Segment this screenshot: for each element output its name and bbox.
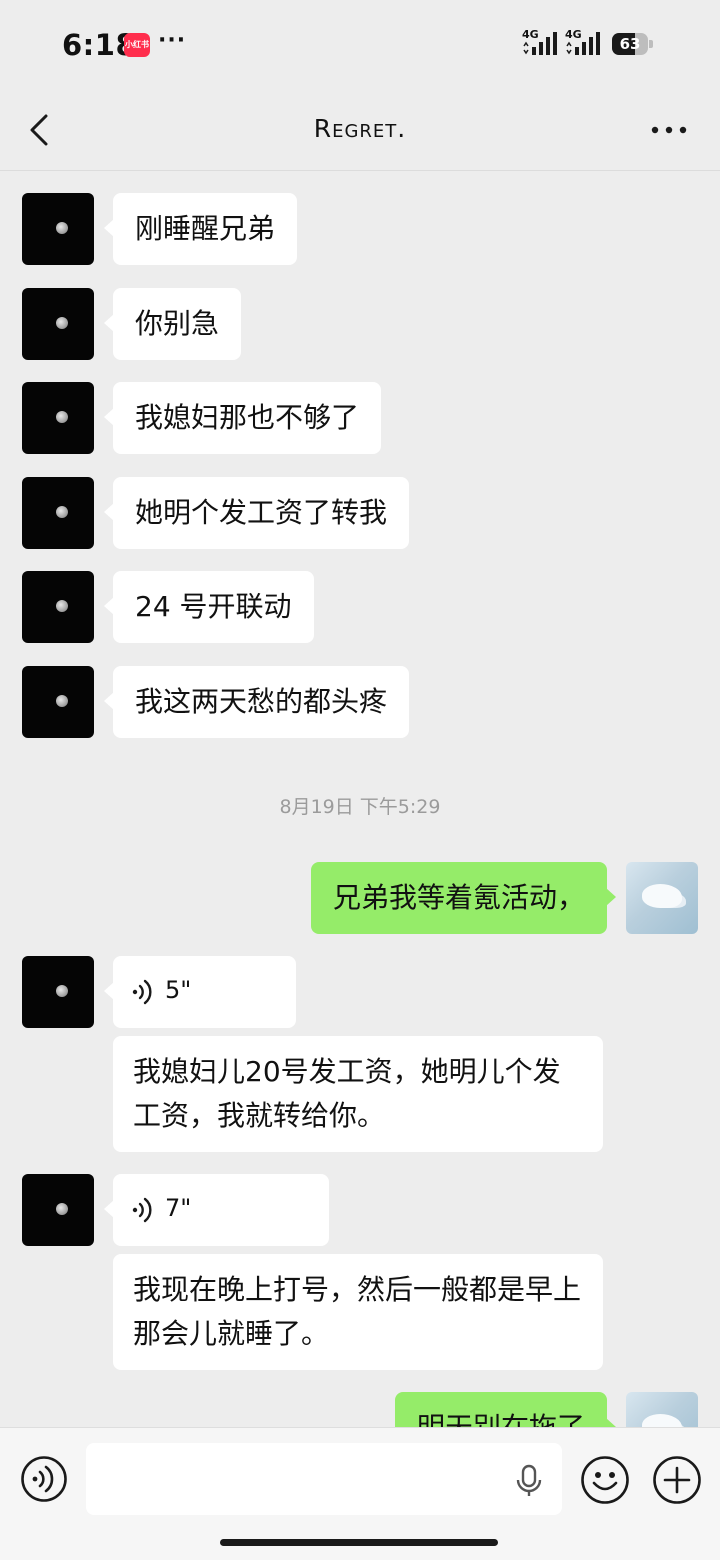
more-dots-icon xyxy=(651,126,687,134)
voice-message-bubble[interactable]: 7" xyxy=(104,1174,329,1246)
contact-avatar[interactable] xyxy=(22,956,94,1028)
voice-wave-icon xyxy=(132,1197,152,1223)
voice-transcript[interactable]: 我现在晚上打号，然后一般都是早上那会儿就睡了。 xyxy=(113,1254,603,1370)
more-features-button[interactable] xyxy=(652,1455,702,1505)
smiley-icon xyxy=(581,1456,629,1504)
contact-avatar[interactable] xyxy=(22,666,94,738)
xiaohongshu-app-icon: 小红书 xyxy=(124,33,150,57)
self-avatar[interactable] xyxy=(626,862,698,934)
more-options-button[interactable] xyxy=(648,112,692,148)
voice-wave-icon xyxy=(132,979,152,1005)
contact-avatar[interactable] xyxy=(22,1174,94,1246)
message-timestamp: 8月19日 下午5:29 xyxy=(279,796,441,818)
message-bubble-incoming[interactable]: 她明个发工资了转我 xyxy=(103,477,410,549)
message-bubble-incoming[interactable]: 24 号开联动 xyxy=(104,571,314,643)
voice-duration: 7" xyxy=(165,1194,192,1222)
voice-duration: 5" xyxy=(165,976,192,1004)
status-bar: 6:18 小红书 ··· 4G 4G 63 xyxy=(0,0,720,90)
message-list[interactable]: 刚睡醒兄弟 你别急 我媳妇那也不够了 她明个发工资了转我 24 号开联动 我这两… xyxy=(0,171,720,1427)
contact-avatar[interactable] xyxy=(22,477,94,549)
battery-percent: 63 xyxy=(619,35,641,53)
battery-icon: 63 xyxy=(612,33,653,55)
contact-avatar[interactable] xyxy=(22,382,94,454)
message-bubble-incoming[interactable]: 你别急 xyxy=(103,288,242,360)
chat-title: Regret. xyxy=(313,114,407,143)
voice-mode-icon xyxy=(21,1456,67,1502)
microphone-icon[interactable] xyxy=(514,1464,544,1498)
emoji-button[interactable] xyxy=(580,1455,630,1505)
message-bubble-incoming[interactable]: 刚睡醒兄弟 xyxy=(103,193,298,265)
message-bubble-outgoing[interactable]: 兄弟我等着氪活动， xyxy=(310,862,617,934)
chat-header: Regret. xyxy=(0,90,720,171)
home-indicator[interactable] xyxy=(220,1539,498,1546)
voice-transcript[interactable]: 我媳妇儿20号发工资，她明儿个发工资，我就转给你。 xyxy=(113,1036,603,1152)
contact-avatar[interactable] xyxy=(22,193,94,265)
status-more-icon: ··· xyxy=(158,28,187,53)
message-bubble-incoming[interactable]: 我媳妇那也不够了 xyxy=(103,382,382,454)
message-bubble-incoming[interactable]: 我这两天愁的都头疼 xyxy=(103,666,410,738)
voice-message-bubble[interactable]: 5" xyxy=(104,956,296,1028)
plus-circle-icon xyxy=(653,1456,701,1504)
message-bubble-outgoing[interactable]: 明天别在拖了 xyxy=(394,1392,617,1427)
voice-input-toggle[interactable] xyxy=(20,1455,68,1503)
message-input[interactable] xyxy=(86,1443,562,1515)
self-avatar[interactable] xyxy=(626,1392,698,1427)
contact-avatar[interactable] xyxy=(22,571,94,643)
contact-avatar[interactable] xyxy=(22,288,94,360)
